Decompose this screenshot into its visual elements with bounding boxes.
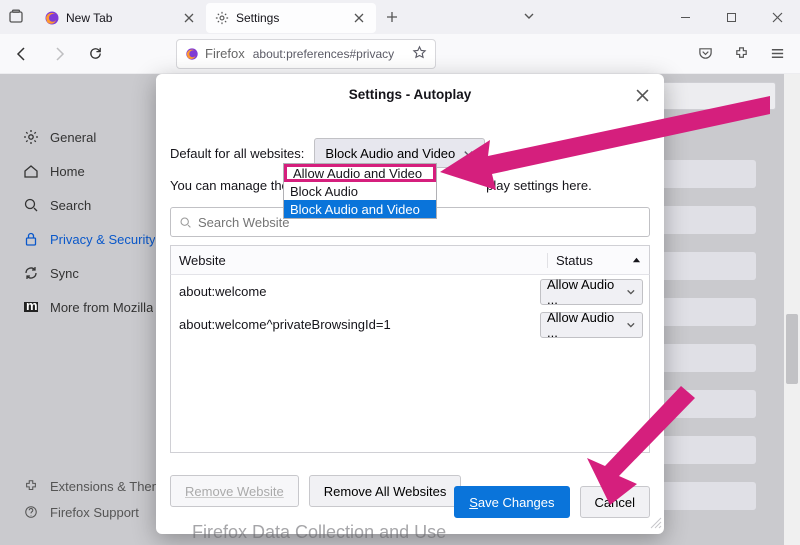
titlebar: New Tab Settings [0, 0, 800, 34]
sort-asc-icon [632, 256, 641, 265]
gear-icon [22, 128, 40, 146]
mozilla-icon: m [22, 298, 40, 316]
extensions-icon[interactable] [726, 39, 756, 69]
svg-text:m: m [26, 299, 38, 313]
table-header: Website Status [170, 245, 650, 275]
gear-icon [214, 10, 230, 26]
question-icon [22, 503, 40, 521]
identity-box[interactable]: Firefox [185, 46, 245, 61]
identity-label: Firefox [205, 46, 245, 61]
sidebar-item-label: Sync [50, 266, 79, 281]
search-icon [179, 216, 192, 229]
minimize-button[interactable] [662, 0, 708, 34]
default-label: Default for all websites: [170, 146, 304, 161]
tabs-dropdown-icon[interactable] [523, 10, 535, 25]
site-cell: about:welcome [179, 284, 532, 299]
lock-icon [22, 230, 40, 248]
search-icon [22, 196, 40, 214]
firefox-icon [44, 10, 60, 26]
reload-button[interactable] [80, 39, 110, 69]
annotation-arrow-top [410, 90, 780, 210]
maximize-button[interactable] [708, 0, 754, 34]
table-row[interactable]: about:welcome Allow Audio ... [171, 275, 649, 308]
bookmark-star-icon[interactable] [412, 45, 427, 63]
remove-website-button[interactable]: Remove Website [170, 475, 299, 507]
home-icon [22, 162, 40, 180]
annotation-arrow-bottom [555, 380, 715, 520]
sidebar-item-label: Privacy & Security [50, 232, 155, 247]
remove-all-button[interactable]: Remove All Websites [309, 475, 462, 507]
column-website[interactable]: Website [171, 253, 547, 268]
save-changes-button[interactable]: Save Changes [454, 486, 569, 518]
status-select[interactable]: Allow Audio ... [540, 312, 643, 338]
close-icon[interactable] [350, 9, 368, 27]
app-menu-icon[interactable] [762, 39, 792, 69]
nav-toolbar: Firefox about:preferences#privacy [0, 34, 800, 74]
site-cell: about:welcome^privateBrowsingId=1 [179, 317, 532, 332]
tab-label: Settings [236, 11, 344, 25]
column-status[interactable]: Status [547, 253, 649, 268]
sidebar-item-label: Search [50, 198, 91, 213]
chevron-down-icon [626, 287, 636, 297]
status-select[interactable]: Allow Audio ... [540, 279, 643, 305]
save-pocket-icon[interactable] [690, 39, 720, 69]
new-tab-button[interactable] [378, 3, 406, 31]
close-icon[interactable] [180, 9, 198, 27]
sidebar-item-label: Home [50, 164, 85, 179]
tab-settings[interactable]: Settings [206, 3, 376, 33]
url-text: about:preferences#privacy [253, 47, 404, 61]
tab-label: New Tab [66, 11, 174, 25]
sidebar-item-label: More from Mozilla [50, 300, 153, 315]
background-heading: Firefox Data Collection and Use [192, 522, 446, 543]
sidebar-support[interactable]: Firefox Support [22, 499, 176, 525]
chevron-down-icon [626, 320, 636, 330]
table-row[interactable]: about:welcome^privateBrowsingId=1 Allow … [171, 308, 649, 341]
sync-icon [22, 264, 40, 282]
url-bar[interactable]: Firefox about:preferences#privacy [176, 39, 436, 69]
window-controls [662, 0, 800, 34]
sidebar-item-label: Firefox Support [50, 505, 139, 520]
scrollbar[interactable] [784, 74, 800, 545]
close-window-button[interactable] [754, 0, 800, 34]
sidebar-item-label: General [50, 130, 96, 145]
puzzle-icon [22, 477, 40, 495]
sidebar-footer: Extensions & Themes Firefox Support [22, 473, 176, 525]
back-button[interactable] [8, 39, 38, 69]
forward-button[interactable] [44, 39, 74, 69]
sidebar-extensions[interactable]: Extensions & Themes [22, 473, 176, 499]
recent-spaces-icon[interactable] [6, 7, 26, 27]
scrollbar-thumb[interactable] [786, 314, 798, 384]
tab-new-tab[interactable]: New Tab [36, 3, 206, 33]
